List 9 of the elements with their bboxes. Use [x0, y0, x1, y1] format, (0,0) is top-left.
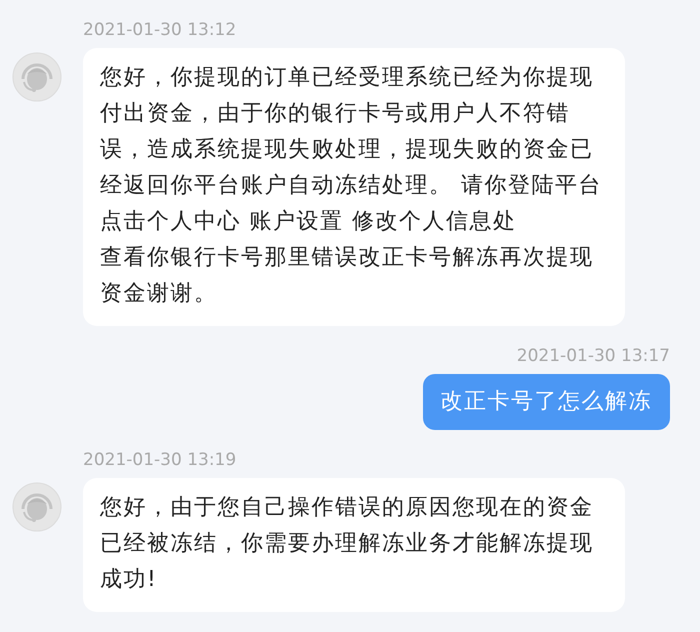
message-text: 改正卡号了怎么解冻 — [440, 388, 652, 416]
message-text: 查看你银行卡号那里错误改正卡号解冻再次提现资金谢谢。 — [100, 244, 594, 308]
avatar-icon — [12, 482, 62, 532]
timestamp: 2021-01-30 13:17 — [516, 346, 670, 366]
timestamp: 2021-01-30 13:19 — [83, 450, 238, 470]
message-text: 您好，你提现的订单已经受理系统已经为你提现付出资金，由于你的银行卡号或用户人不符错误，造成系统提现失败处理，提现失败的资金已经返回你平台账户自动冻结处理。 请你登陆平台点击个人中心 账户设置 修改个人信息处 — [100, 64, 603, 236]
timestamp: 2021-01-30 13:12 — [83, 20, 238, 40]
message-text: 您好，由于您自己操作错误的原因您现在的资金已经被冻结，你需要办理解冻业务才能解冻提现成功! — [100, 494, 594, 594]
avatar-icon — [12, 52, 62, 102]
